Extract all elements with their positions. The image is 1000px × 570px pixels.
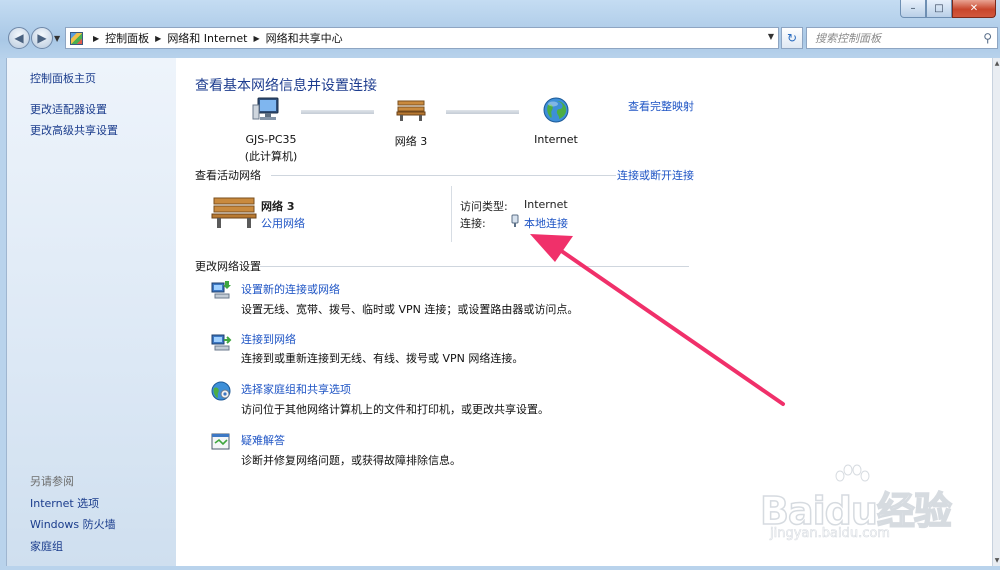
chevron-right-icon[interactable]: ▶ — [93, 34, 99, 43]
forward-arrow-icon: ▶ — [37, 31, 47, 45]
new-connection-icon — [211, 281, 231, 299]
task-connect-network-link[interactable]: 连接到网络 — [241, 331, 296, 347]
chevron-right-icon[interactable]: ▶ — [155, 34, 161, 43]
baidu-watermark: Baidu经验 jingyan.baidu.com — [759, 464, 960, 560]
control-panel-home-link[interactable]: 控制面板主页 — [30, 70, 96, 86]
computer-sub-label: (此计算机) — [244, 150, 298, 163]
computer-name-label: GJS-PC35 — [245, 133, 297, 146]
title-bar: – □ ✕ — [0, 0, 1000, 22]
maximize-button[interactable]: □ — [926, 0, 952, 18]
window-controls: – □ ✕ — [900, 0, 996, 18]
vertical-divider — [451, 186, 452, 242]
back-button[interactable]: ◀ — [8, 27, 30, 49]
navigation-bar: ◀ ▶ ▼ ▶ 控制面板 ▶ 网络和 Internet ▶ 网络和共享中心 ▼ … — [0, 26, 1000, 52]
active-network-name: 网络 3 — [261, 200, 295, 213]
homegroup-link[interactable]: 家庭组 — [30, 538, 63, 554]
task-homegroup-sharing-link[interactable]: 选择家庭组和共享选项 — [241, 381, 351, 397]
page-title: 查看基本网络信息并设置连接 — [195, 78, 377, 94]
chevron-right-icon[interactable]: ▶ — [254, 34, 260, 43]
internet-globe-icon[interactable] — [542, 96, 570, 124]
task-sidebar: 控制面板主页 更改适配器设置 更改高级共享设置 另请参阅 Internet 选项… — [6, 58, 176, 566]
change-adapter-settings-link[interactable]: 更改适配器设置 — [30, 101, 107, 117]
ethernet-icon — [511, 214, 519, 227]
search-box[interactable]: 搜索控制面板 ⚲ — [806, 27, 998, 49]
map-link-line — [446, 110, 519, 114]
connect-network-icon — [211, 334, 232, 351]
section-divider — [260, 266, 689, 267]
network-bench-icon[interactable] — [396, 98, 426, 122]
refresh-button[interactable]: ↻ — [781, 27, 803, 49]
scroll-down-icon[interactable]: ▼ — [993, 557, 1000, 564]
access-type-label: 访问类型: — [460, 200, 508, 213]
forward-button[interactable]: ▶ — [31, 27, 53, 49]
windows-firewall-link[interactable]: Windows 防火墙 — [30, 516, 116, 532]
network-type-link[interactable]: 公用网络 — [261, 215, 305, 231]
back-arrow-icon: ◀ — [14, 31, 24, 45]
refresh-icon: ↻ — [786, 31, 798, 45]
breadcrumb-network-sharing-center[interactable]: 网络和共享中心 — [266, 30, 343, 46]
vertical-scrollbar[interactable]: ▲ ▼ — [992, 58, 1000, 566]
map-link-line — [301, 110, 374, 114]
task-troubleshoot-desc: 诊断并修复网络问题，或获得故障排除信息。 — [241, 454, 461, 467]
connect-disconnect-link[interactable]: 连接或断开连接 — [617, 167, 694, 183]
task-homegroup-sharing-desc: 访问位于其他网络计算机上的文件和打印机，或更改共享设置。 — [241, 403, 549, 416]
breadcrumb-control-panel[interactable]: 控制面板 — [105, 30, 149, 46]
see-also-heading: 另请参阅 — [30, 475, 74, 488]
task-troubleshoot-link[interactable]: 疑难解答 — [241, 432, 285, 448]
explorer-window: – □ ✕ ◀ ▶ ▼ ▶ 控制面板 ▶ 网络和 Internet ▶ 网络和共… — [0, 0, 1000, 570]
homegroup-icon — [211, 381, 231, 401]
close-button[interactable]: ✕ — [952, 0, 996, 18]
breadcrumb-network-internet[interactable]: 网络和 Internet — [167, 30, 247, 46]
address-bar[interactable]: ▶ 控制面板 ▶ 网络和 Internet ▶ 网络和共享中心 ▼ — [65, 27, 779, 49]
change-advanced-sharing-link[interactable]: 更改高级共享设置 — [30, 122, 118, 138]
search-icon[interactable]: ⚲ — [983, 31, 992, 45]
task-new-connection-link[interactable]: 设置新的连接或网络 — [241, 281, 340, 297]
active-networks-heading: 查看活动网络 — [195, 169, 261, 182]
local-connection-link[interactable]: 本地连接 — [524, 215, 568, 231]
search-input[interactable]: 搜索控制面板 — [815, 30, 881, 46]
scroll-up-icon[interactable]: ▲ — [993, 60, 1000, 67]
task-new-connection-desc: 设置无线、宽带、拨号、临时或 VPN 连接；或设置路由器或访问点。 — [241, 303, 579, 316]
network-name-label: 网络 3 — [394, 135, 428, 148]
troubleshoot-icon — [211, 433, 230, 450]
section-divider — [271, 175, 616, 176]
change-settings-heading: 更改网络设置 — [195, 260, 261, 273]
address-history-dropdown[interactable]: ▼ — [768, 32, 774, 41]
minimize-button[interactable]: – — [900, 0, 926, 18]
access-type-value: Internet — [524, 198, 568, 211]
internet-label: Internet — [534, 133, 578, 146]
control-panel-icon — [70, 31, 83, 45]
view-full-map-link[interactable]: 查看完整映射 — [628, 98, 694, 114]
watermark-url: jingyan.baidu.com — [770, 526, 891, 542]
computer-icon[interactable] — [252, 96, 282, 124]
public-network-bench-icon[interactable] — [210, 194, 258, 230]
connections-label: 连接: — [460, 217, 486, 230]
task-connect-network-desc: 连接到或重新连接到无线、有线、拨号或 VPN 网络连接。 — [241, 352, 524, 365]
internet-options-link[interactable]: Internet 选项 — [30, 495, 99, 511]
recent-pages-dropdown[interactable]: ▼ — [54, 34, 60, 43]
